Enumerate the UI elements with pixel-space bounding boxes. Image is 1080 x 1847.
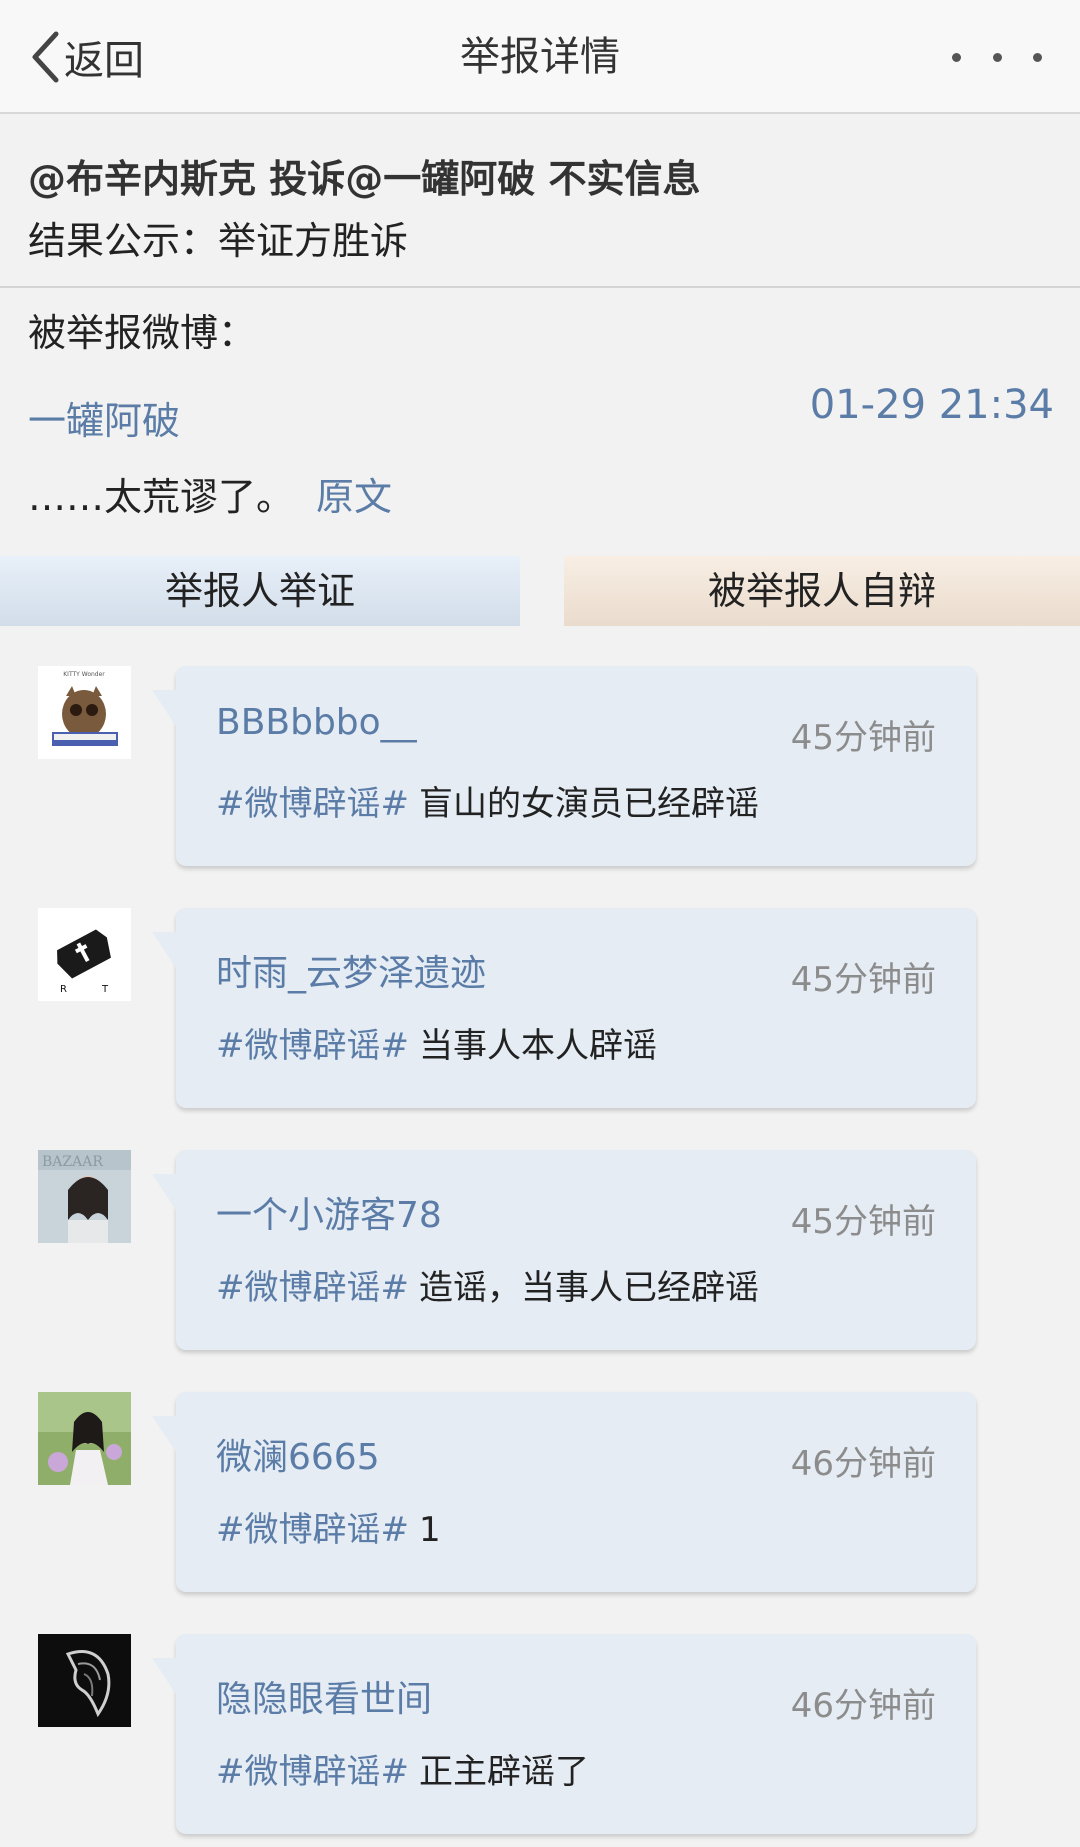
evidence-bubble[interactable]: 隐隐眼看世间 46分钟前 #微博辟谣# 正主辟谣了 bbox=[152, 1634, 976, 1834]
entry-time: 46分钟前 bbox=[790, 1686, 936, 1726]
entry-text: #微博辟谣# 造谣，当事人已经辟谣 bbox=[216, 1260, 759, 1309]
tab-reporter-evidence[interactable]: 举报人举证 bbox=[0, 556, 520, 626]
entry-content: 造谣，当事人已经辟谣 bbox=[418, 1268, 759, 1308]
svg-text:BAZAAR: BAZAAR bbox=[42, 1154, 103, 1170]
back-label: 返回 bbox=[64, 38, 144, 84]
more-dots-icon bbox=[952, 52, 961, 62]
entry-hashtag[interactable]: #微博辟谣# bbox=[216, 1026, 409, 1066]
svg-text:T: T bbox=[101, 984, 109, 995]
list-item: 微澜6665 46分钟前 #微博辟谣# 1 bbox=[0, 1352, 1080, 1594]
entry-content: 盲山的女演员已经辟谣 bbox=[418, 784, 759, 824]
evidence-bubble[interactable]: 一个小游客78 45分钟前 #微博辟谣# 造谣，当事人已经辟谣 bbox=[152, 1150, 976, 1350]
list-item: 隐隐眼看世间 46分钟前 #微博辟谣# 正主辟谣了 bbox=[0, 1594, 1080, 1836]
entry-text: #微博辟谣# 正主辟谣了 bbox=[216, 1744, 589, 1793]
entry-username[interactable]: 时雨_云梦泽遗迹 bbox=[216, 944, 486, 996]
entry-text: #微博辟谣# 盲山的女演员已经辟谣 bbox=[216, 776, 759, 825]
evidence-list: KITTY Wonder BBBbbbo__ 45分钟前 #微博辟谣# 盲山的女演… bbox=[0, 626, 1080, 1836]
entry-text: #微博辟谣# 当事人本人辟谣 bbox=[216, 1018, 657, 1067]
entry-hashtag[interactable]: #微博辟谣# bbox=[216, 1510, 409, 1550]
evidence-bubble[interactable]: BBBbbbo__ 45分钟前 #微博辟谣# 盲山的女演员已经辟谣 bbox=[152, 666, 976, 866]
avatar[interactable] bbox=[38, 1392, 131, 1485]
reported-post-content: ……太荒谬了。 bbox=[28, 475, 295, 519]
entry-username[interactable]: 微澜6665 bbox=[216, 1428, 380, 1480]
case-result: 结果公示：举证方胜诉 bbox=[28, 219, 409, 263]
original-post-link[interactable]: 原文 bbox=[316, 475, 392, 519]
svg-text:R: R bbox=[60, 984, 67, 995]
entry-hashtag[interactable]: #微博辟谣# bbox=[216, 1752, 409, 1792]
case-header: @布辛内斯克 投诉@一罐阿破 不实信息 结果公示：举证方胜诉 bbox=[0, 114, 1080, 288]
evidence-bubble[interactable]: 微澜6665 46分钟前 #微博辟谣# 1 bbox=[152, 1392, 976, 1592]
entry-hashtag[interactable]: #微博辟谣# bbox=[216, 784, 409, 824]
back-button[interactable]: 返回 bbox=[30, 28, 144, 86]
chevron-left-icon bbox=[30, 31, 60, 83]
reported-post-text: ……太荒谬了。 原文 bbox=[28, 466, 392, 521]
list-item: BAZAAR 一个小游客78 45分钟前 #微博辟谣# 造谣，当事人已经辟谣 bbox=[0, 1110, 1080, 1352]
avatar[interactable]: KITTY Wonder bbox=[38, 666, 131, 759]
entry-time: 45分钟前 bbox=[790, 1202, 936, 1242]
entry-username[interactable]: BBBbbbo__ bbox=[216, 702, 417, 743]
entry-username[interactable]: 隐隐眼看世间 bbox=[216, 1670, 432, 1722]
reported-post-label: 被举报微博： bbox=[28, 311, 257, 355]
entry-content: 当事人本人辟谣 bbox=[418, 1026, 657, 1066]
svg-text:KITTY Wonder: KITTY Wonder bbox=[63, 671, 105, 678]
list-item: R T 时雨_云梦泽遗迹 45分钟前 #微博辟谣# 当事人本人辟谣 bbox=[0, 868, 1080, 1110]
entry-time: 46分钟前 bbox=[790, 1444, 936, 1484]
avatar[interactable]: BAZAAR bbox=[38, 1150, 131, 1243]
entry-content: 1 bbox=[418, 1510, 441, 1550]
case-title: @布辛内斯克 投诉@一罐阿破 不实信息 bbox=[28, 157, 701, 201]
entry-username[interactable]: 一个小游客78 bbox=[216, 1186, 442, 1238]
list-item: KITTY Wonder BBBbbbo__ 45分钟前 #微博辟谣# 盲山的女演… bbox=[0, 626, 1080, 868]
entry-text: #微博辟谣# 1 bbox=[216, 1502, 441, 1551]
entry-content: 正主辟谣了 bbox=[418, 1752, 589, 1792]
avatar[interactable] bbox=[38, 1634, 131, 1727]
entry-time: 45分钟前 bbox=[790, 718, 936, 758]
avatar[interactable]: R T bbox=[38, 908, 131, 1001]
more-options-button[interactable] bbox=[952, 40, 1042, 74]
tab-reported-defense[interactable]: 被举报人自辩 bbox=[564, 556, 1080, 626]
entry-time: 45分钟前 bbox=[790, 960, 936, 1000]
reported-post-time: 01-29 21:34 bbox=[809, 382, 1054, 428]
reported-user-link[interactable]: 一罐阿破 bbox=[28, 390, 180, 445]
entry-hashtag[interactable]: #微博辟谣# bbox=[216, 1268, 409, 1308]
page-title: 举报详情 bbox=[460, 34, 620, 80]
evidence-bubble[interactable]: 时雨_云梦泽遗迹 45分钟前 #微博辟谣# 当事人本人辟谣 bbox=[152, 908, 976, 1108]
top-navigation-bar: 返回 举报详情 bbox=[0, 0, 1080, 114]
